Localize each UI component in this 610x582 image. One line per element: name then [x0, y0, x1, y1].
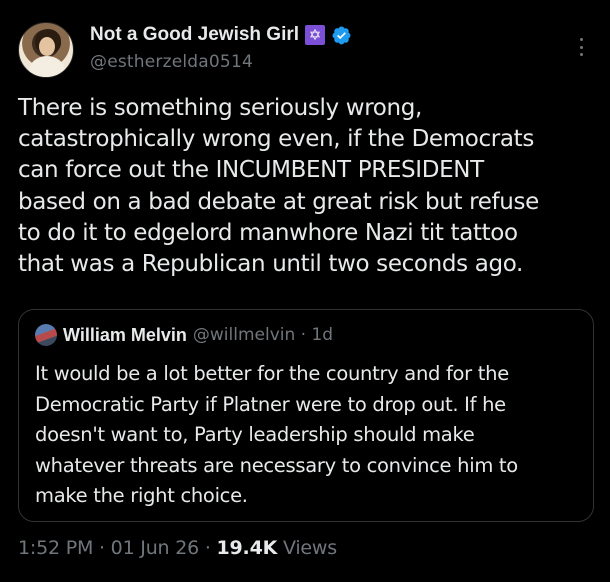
views-label: Views	[277, 537, 337, 559]
tweet-line: There is something seriously wrong,	[18, 95, 422, 121]
quoted-tweet[interactable]: William Melvin @willmelvin · 1d It would…	[18, 309, 594, 522]
quoted-line: It would be a lot better for the country…	[35, 362, 509, 385]
star-of-david-icon: ✡	[305, 25, 326, 45]
quoted-author-avatar[interactable]	[35, 324, 57, 346]
tweet-line: catastrophically wrong even, if the Demo…	[18, 126, 534, 153]
tweet-line: that was a Republican until two seconds …	[18, 251, 523, 278]
author-avatar[interactable]	[18, 22, 74, 78]
tweet-line: to do it to edgelord manwhore Nazi tit t…	[18, 219, 518, 246]
tweet-line: can force out the INCUMBENT PRESIDENT	[18, 157, 484, 184]
tweet-line: based on a bad debate at great risk but …	[18, 188, 539, 215]
quoted-tweet-header: William Melvin @willmelvin · 1d	[35, 324, 333, 346]
verified-badge-icon	[332, 26, 351, 44]
more-options-icon[interactable]	[572, 36, 590, 58]
tweet-header: Not a Good Jewish Girl ✡ @estherzelda051…	[18, 22, 592, 82]
tweet-metadata: 1:52 PM · 01 Jun 26 · 19.4K Views	[18, 537, 337, 559]
views-count: 19.4K	[216, 537, 278, 559]
author-display-name[interactable]: Not a Good Jewish Girl	[90, 24, 299, 46]
author-handle[interactable]: @estherzelda0514	[90, 52, 253, 72]
quoted-author-name[interactable]: William Melvin	[63, 325, 187, 346]
tweet-timestamp[interactable]: 1:52 PM · 01 Jun 26 ·	[18, 537, 217, 559]
quoted-line: make the right choice.	[35, 484, 248, 508]
quoted-tweet-body: It would be a lot better for the country…	[35, 359, 580, 512]
quoted-line: doesn't want to, Party leadership should…	[35, 423, 475, 447]
author-name-row: Not a Good Jewish Girl ✡	[90, 24, 352, 46]
quoted-author-handle[interactable]: @willmelvin · 1d	[193, 325, 333, 345]
tweet-body: There is something seriously wrong, cata…	[18, 93, 594, 280]
quoted-line: Democratic Party if Platner were to drop…	[35, 392, 506, 416]
quoted-line: whatever threats are necessary to convin…	[35, 453, 518, 477]
